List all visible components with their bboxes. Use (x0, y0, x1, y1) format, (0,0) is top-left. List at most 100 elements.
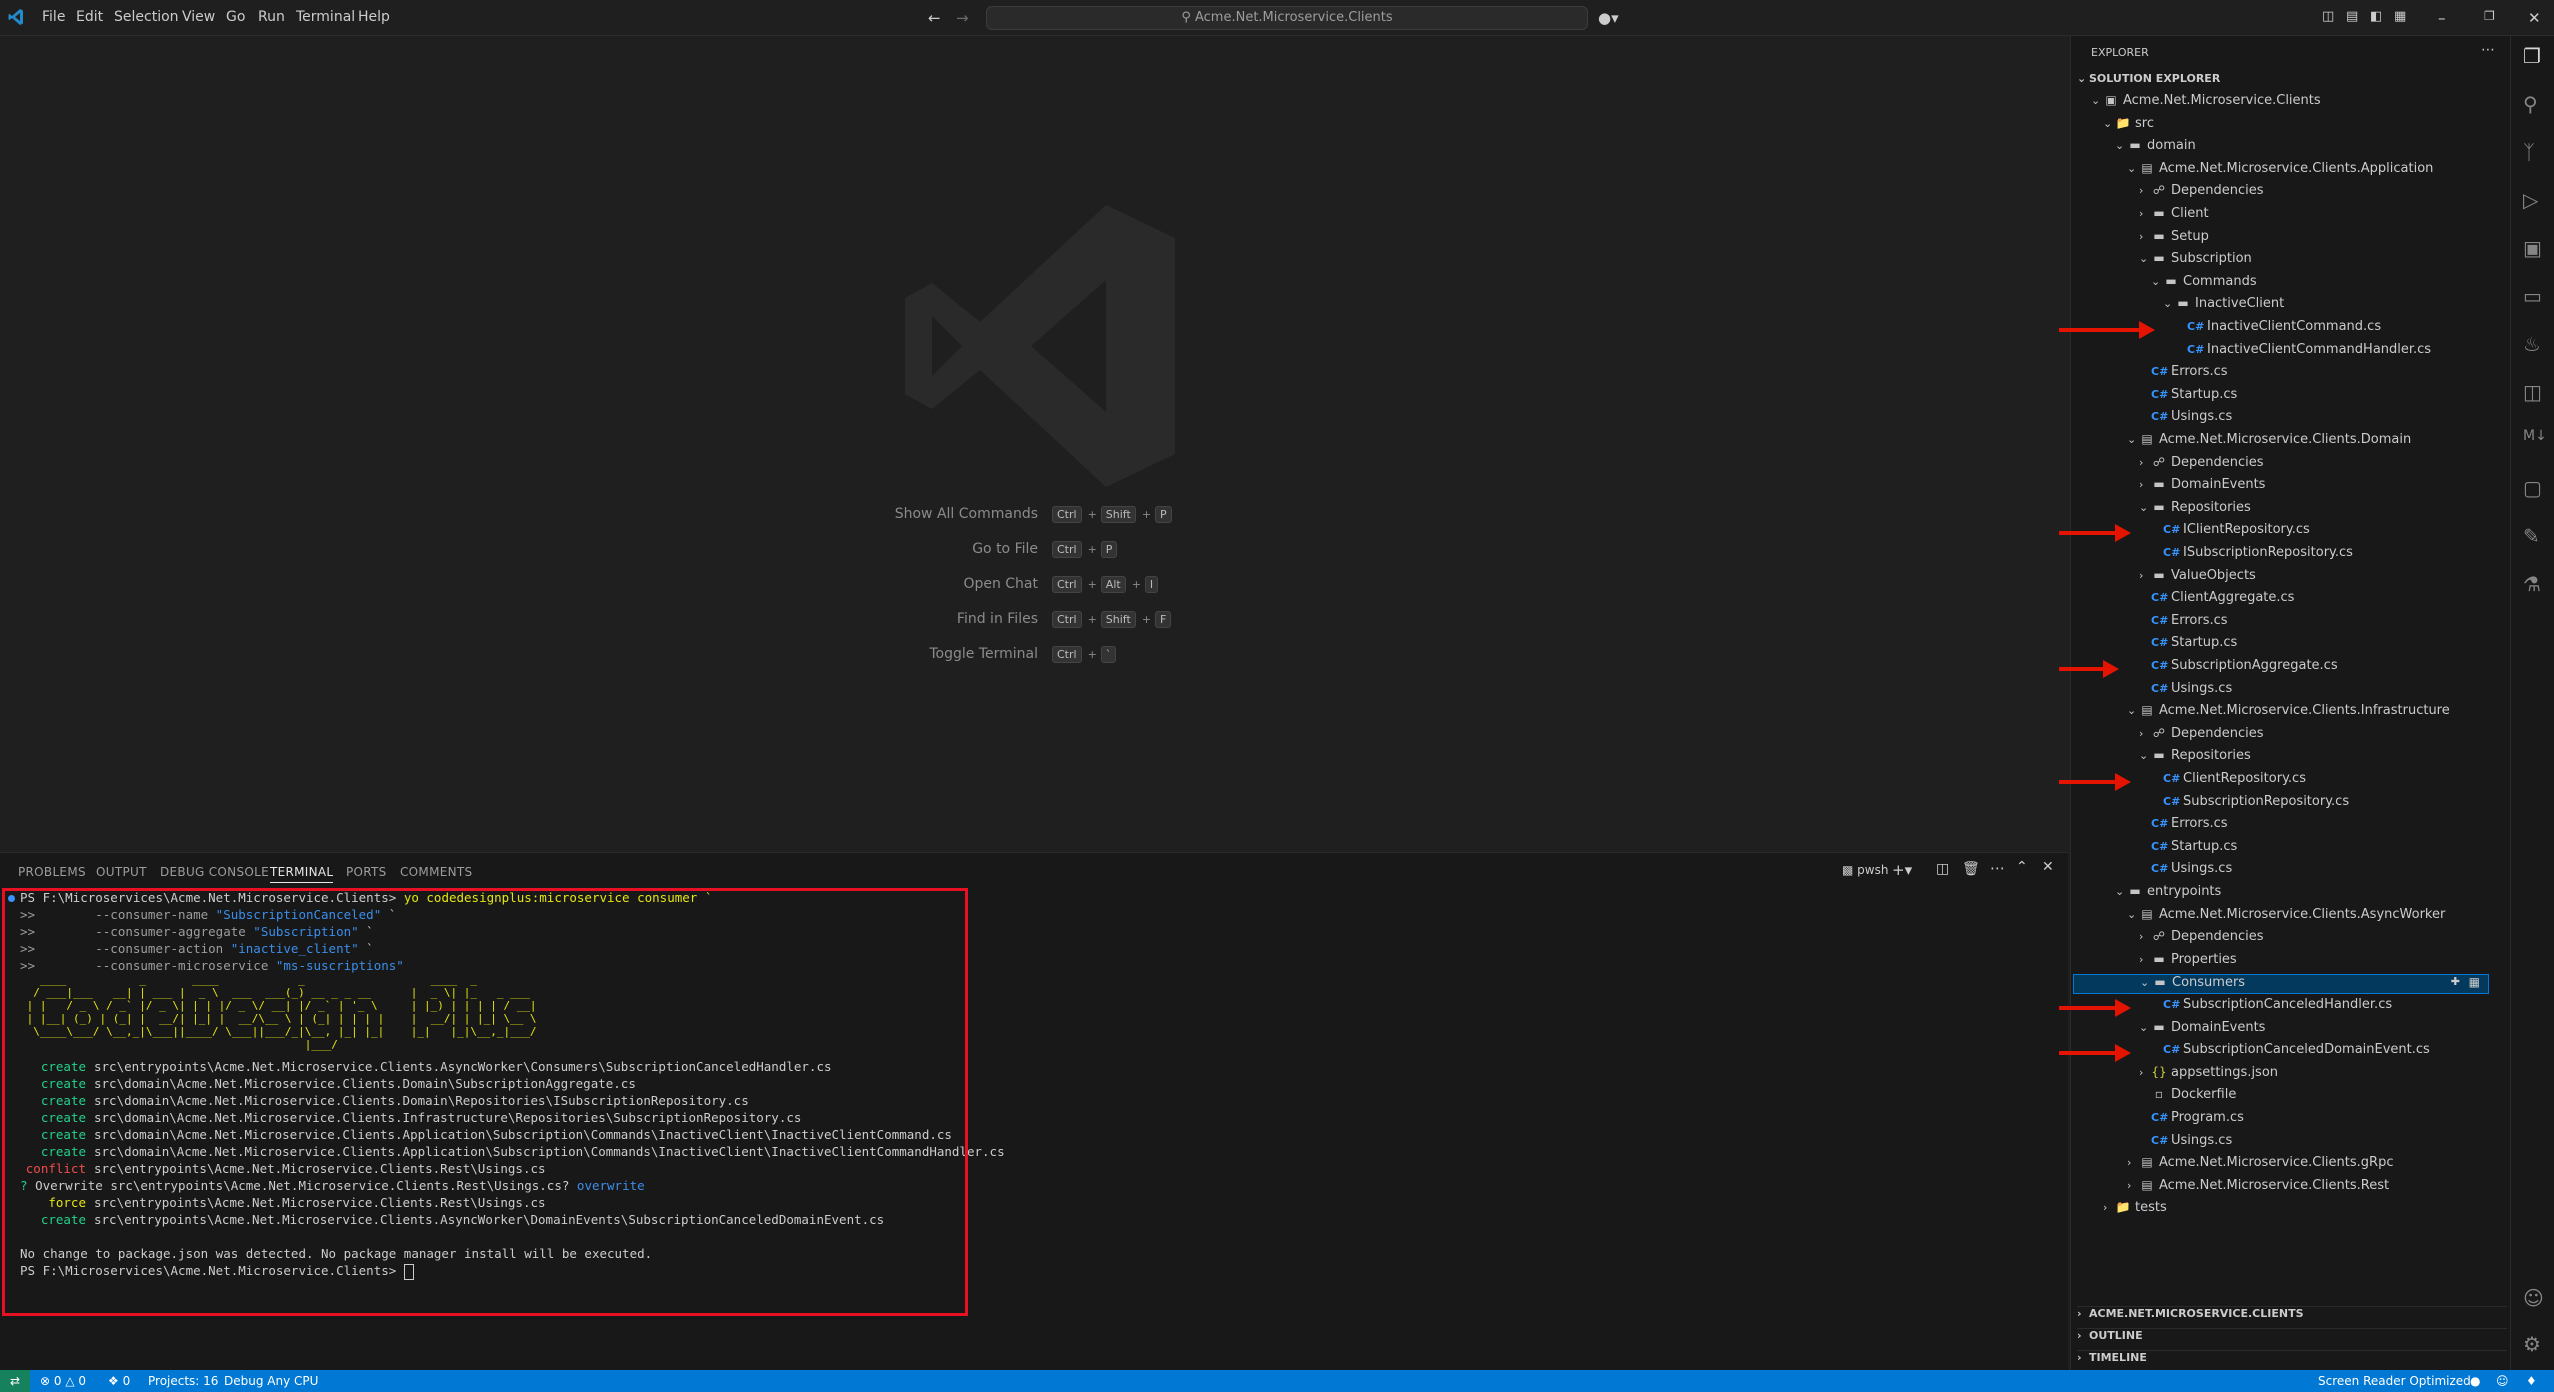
close-panel-icon[interactable]: ✕ (2042, 859, 2054, 875)
menu-terminal[interactable]: Terminal (296, 9, 355, 25)
menu-run[interactable]: Run (258, 9, 285, 25)
more-actions-icon[interactable]: ⋯ (1990, 859, 2005, 877)
markdown-icon[interactable]: M↓ (2523, 428, 2547, 444)
tree-item-dependencies[interactable]: › ☍ Dependencies (2139, 726, 2264, 746)
remote-explorer-icon[interactable]: ▭ (2523, 284, 2542, 308)
screen-reader-status[interactable]: Screen Reader Optimized (2318, 1374, 2471, 1388)
tree-item-setup[interactable]: › ▬ Setup (2139, 229, 2209, 249)
tree-item-client[interactable]: › ▬ Client (2139, 206, 2209, 226)
tree-item-dependencies[interactable]: › ☍ Dependencies (2139, 183, 2264, 203)
source-control-icon[interactable]: ᛉ (2523, 140, 2535, 164)
tree-item-isubscriptionrepository-cs[interactable]: C# ISubscriptionRepository.cs (2151, 545, 2353, 565)
menu-go[interactable]: Go (226, 9, 245, 25)
notes-icon[interactable]: ✎ (2523, 524, 2540, 548)
explorer-more-icon[interactable]: ⋯ (2481, 42, 2495, 58)
tree-item-entrypoints[interactable]: ⌄ ▬ entrypoints (2115, 884, 2221, 904)
sidebar-section-outline[interactable]: › OUTLINE (2077, 1328, 2507, 1349)
new-folder-icon[interactable]: ▦ (2469, 975, 2480, 989)
forward-arrow-icon[interactable]: → (956, 9, 969, 27)
tree-item-subscription[interactable]: ⌄ ▬ Subscription (2139, 251, 2252, 271)
tree-item-acme-net-microservice-clients-infrastructure[interactable]: ⌄ ▤ Acme.Net.Microservice.Clients.Infrastr… (2127, 703, 2450, 723)
tab-problems[interactable]: PROBLEMS (18, 865, 86, 879)
explorer-files-icon[interactable]: ❐ (2523, 44, 2541, 68)
copilot-status-icon[interactable]: ● (2470, 1374, 2480, 1388)
kill-terminal-icon[interactable]: 🗑 (1962, 861, 1980, 877)
tree-item-errors-cs[interactable]: C# Errors.cs (2139, 816, 2228, 836)
tree-item-subscriptionaggregate-cs[interactable]: C# SubscriptionAggregate.cs (2139, 658, 2338, 678)
search-icon[interactable]: ⚲ (2523, 92, 2538, 116)
tree-item-acme-net-microservice-clients-domain[interactable]: ⌄ ▤ Acme.Net.Microservice.Clients.Domain (2127, 432, 2411, 452)
tree-item-appsettings-json[interactable]: › {} appsettings.json (2139, 1065, 2278, 1085)
toggle-panel-icon[interactable]: ▤ (2346, 9, 2358, 24)
tree-item-repositories[interactable]: ⌄ ▬ Repositories (2139, 748, 2251, 768)
projects-indicator[interactable]: Projects: 16 (148, 1374, 218, 1388)
menu-view[interactable]: View (182, 9, 215, 25)
close-icon[interactable]: ✕ (2528, 9, 2541, 27)
tree-item-dependencies[interactable]: › ☍ Dependencies (2139, 929, 2264, 949)
docker-icon[interactable]: ♨ (2523, 332, 2541, 356)
menu-file[interactable]: File (42, 9, 65, 25)
tree-item-acme-net-microservice-clients-rest[interactable]: › ▤ Acme.Net.Microservice.Clients.Rest (2127, 1178, 2389, 1198)
sidebar-section-timeline[interactable]: › TIMELINE (2077, 1350, 2507, 1371)
sidebar-section-acme-net-microservice-clients[interactable]: › ACME.NET.MICROSERVICE.CLIENTS (2077, 1306, 2507, 1327)
tab-output[interactable]: OUTPUT (96, 865, 147, 879)
remote-indicator-icon[interactable]: ⇄ (0, 1370, 30, 1392)
tab-comments[interactable]: COMMENTS (400, 865, 472, 879)
terminal-shell-label[interactable]: ▩ pwsh (1842, 863, 1888, 877)
tree-item-errors-cs[interactable]: C# Errors.cs (2139, 613, 2228, 633)
new-terminal-icon[interactable]: +▾ (1892, 861, 1912, 879)
tree-item-errors-cs[interactable]: C# Errors.cs (2139, 364, 2228, 384)
tab-ports[interactable]: PORTS (346, 865, 387, 879)
tree-item-startup-cs[interactable]: C# Startup.cs (2139, 839, 2237, 859)
tree-item-properties[interactable]: › ▬ Properties (2139, 952, 2237, 972)
tree-item-inactiveclientcommand-cs[interactable]: C# InactiveClientCommand.cs (2175, 319, 2381, 339)
tree-item-commands[interactable]: ⌄ ▬ Commands (2151, 274, 2257, 294)
tree-item-subscriptioncanceledhandler-cs[interactable]: C# SubscriptionCanceledHandler.cs (2151, 997, 2392, 1017)
menu-edit[interactable]: Edit (76, 9, 103, 25)
tree-item-usings-cs[interactable]: C# Usings.cs (2139, 1133, 2232, 1153)
maximize-panel-icon[interactable]: ⌃ (2016, 859, 2028, 875)
tree-item-acme-net-microservice-clients-grpc[interactable]: › ▤ Acme.Net.Microservice.Clients.gRpc (2127, 1155, 2393, 1175)
extensions-icon[interactable]: ▣ (2523, 236, 2542, 260)
command-center-search[interactable]: ⚲ Acme.Net.Microservice.Clients (986, 6, 1588, 30)
customize-layout-icon[interactable]: ▦ (2394, 9, 2406, 24)
toggle-primary-sidebar-icon[interactable]: ◫ (2322, 9, 2334, 24)
toggle-secondary-sidebar-icon[interactable]: ◧ (2370, 9, 2382, 24)
tree-item-usings-cs[interactable]: C# Usings.cs (2139, 409, 2232, 429)
notifications-bell-icon[interactable]: ♦ (2526, 1374, 2537, 1388)
solution-explorer-header[interactable]: ⌄ SOLUTION EXPLORER (2077, 72, 2220, 85)
tree-item-valueobjects[interactable]: › ▬ ValueObjects (2139, 568, 2256, 588)
tree-item-acme-net-microservice-clients[interactable]: ⌄ ▣ Acme.Net.Microservice.Clients (2091, 93, 2321, 113)
copilot-icon[interactable]: ●▾ (1598, 9, 1619, 27)
back-arrow-icon[interactable]: ← (928, 9, 941, 27)
tree-item-inactiveclient[interactable]: ⌄ ▬ InactiveClient (2163, 296, 2284, 316)
tree-item-subscriptioncanceleddomainevent-cs[interactable]: C# SubscriptionCanceledDomainEvent.cs (2151, 1042, 2430, 1062)
tree-item-program-cs[interactable]: C# Program.cs (2139, 1110, 2244, 1130)
settings-gear-icon[interactable]: ⚙ (2523, 1332, 2541, 1356)
tree-item-startup-cs[interactable]: C# Startup.cs (2139, 635, 2237, 655)
tab-terminal[interactable]: TERMINAL (270, 865, 334, 883)
tree-item-usings-cs[interactable]: C# Usings.cs (2139, 861, 2232, 881)
menu-selection[interactable]: Selection (114, 9, 179, 25)
tab-debug-console[interactable]: DEBUG CONSOLE (160, 865, 269, 879)
split-terminal-icon[interactable]: ◫ (1936, 861, 1949, 877)
run-debug-icon[interactable]: ▷ (2523, 188, 2538, 212)
debug-configuration[interactable]: Debug Any CPU (224, 1374, 318, 1388)
tree-item-domainevents[interactable]: ⌄ ▬ DomainEvents (2139, 1020, 2265, 1040)
tree-item-clientaggregate-cs[interactable]: C# ClientAggregate.cs (2139, 590, 2294, 610)
ports-indicator[interactable]: ❖ 0 (108, 1374, 130, 1388)
tree-item-clientrepository-cs[interactable]: C# ClientRepository.cs (2151, 771, 2306, 791)
account-icon[interactable]: ☺ (2523, 1286, 2544, 1310)
feedback-icon[interactable]: ☺ (2496, 1374, 2509, 1388)
tree-item-usings-cs[interactable]: C# Usings.cs (2139, 681, 2232, 701)
problems-indicator[interactable]: ⊗ 0 △ 0 (40, 1374, 86, 1388)
minimize-icon[interactable]: – (2438, 9, 2446, 27)
restore-icon[interactable]: ❐ (2484, 9, 2495, 23)
tree-item-inactiveclientcommandhandler-cs[interactable]: C# InactiveClientCommandHandler.cs (2175, 342, 2431, 362)
tree-item-domainevents[interactable]: › ▬ DomainEvents (2139, 477, 2265, 497)
tree-item-subscriptionrepository-cs[interactable]: C# SubscriptionRepository.cs (2151, 794, 2349, 814)
tree-item-dependencies[interactable]: › ☍ Dependencies (2139, 455, 2264, 475)
tree-item-acme-net-microservice-clients-asyncworker[interactable]: ⌄ ▤ Acme.Net.Microservice.Clients.AsyncWor… (2127, 907, 2445, 927)
tree-item-consumers[interactable]: ⌄ ▬ Consumers ✚ ▦ (2073, 974, 2489, 995)
tree-item-tests[interactable]: › 📁 tests (2103, 1200, 2167, 1220)
